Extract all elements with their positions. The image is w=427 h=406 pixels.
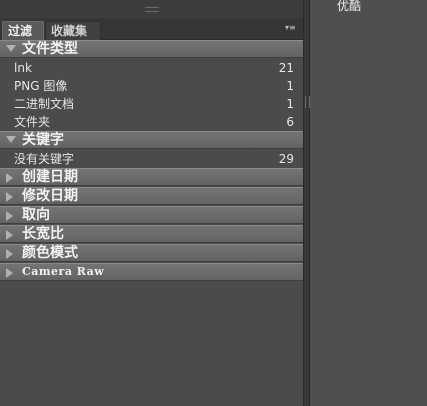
filter-row-binary[interactable]: 二进制文档 1 [0,95,303,113]
row-name: 没有关键字 [14,152,75,166]
collapse-triangle-icon [6,211,13,221]
section-label: 取向 [22,207,50,223]
section-aspect-ratio[interactable]: 长宽比 [0,225,303,243]
tab-filter[interactable]: 过滤 [2,21,44,40]
collapse-triangle-icon [6,173,13,183]
row-name: lnk [14,61,32,75]
row-count: 1 [286,97,294,111]
section-file-type[interactable]: 文件类型 [0,40,303,58]
tab-collections[interactable]: 收藏集 [45,21,101,40]
section-label: 创建日期 [22,169,78,185]
panel-tab-bar: 过滤 收藏集 ▾≡ [0,18,303,40]
filter-list: 文件类型 lnk 21 PNG 图像 1 二进制文档 1 文件夹 6 关键字 没… [0,40,303,282]
expand-triangle-icon [6,45,16,52]
filter-row-lnk[interactable]: lnk 21 [0,59,303,77]
section-keywords[interactable]: 关键字 [0,131,303,149]
panel-menu-icon[interactable]: ▾≡ [285,23,299,33]
collapse-triangle-icon [6,249,13,259]
section-orientation[interactable]: 取向 [0,206,303,224]
section-label: 文件类型 [22,41,78,57]
panel-splitter[interactable] [303,0,310,406]
filter-row-folder[interactable]: 文件夹 6 [0,113,303,131]
panel-grip[interactable] [0,0,303,18]
row-name: 二进制文档 [14,97,75,111]
collapse-triangle-icon [6,230,13,240]
expand-triangle-icon [6,136,16,143]
section-camera-raw[interactable]: Camera Raw [0,263,303,281]
app-window: 过滤 收藏集 ▾≡ 文件类型 lnk 21 PNG 图像 1 二进制文档 1 文 [0,0,427,406]
section-label: 长宽比 [22,226,64,242]
row-count: 29 [278,152,294,166]
row-name: 文件夹 [14,115,51,129]
section-date-modified[interactable]: 修改日期 [0,187,303,205]
section-date-created[interactable]: 创建日期 [0,168,303,186]
section-label: 关键字 [22,132,64,148]
row-name: PNG 图像 [14,79,68,93]
section-label: 修改日期 [22,188,78,204]
content-item-label[interactable]: 优酷 [337,0,361,14]
row-count: 6 [286,115,294,129]
filter-panel: 过滤 收藏集 ▾≡ 文件类型 lnk 21 PNG 图像 1 二进制文档 1 文 [0,0,303,406]
row-count: 21 [278,61,294,75]
filter-row-no-keywords[interactable]: 没有关键字 29 [0,150,303,168]
grip-dots [145,7,159,12]
section-label: Camera Raw [22,265,105,278]
content-pane[interactable]: 优酷 [310,0,427,406]
collapse-triangle-icon [6,192,13,202]
section-label: 颜色模式 [22,245,78,261]
filter-row-png[interactable]: PNG 图像 1 [0,77,303,95]
section-color-mode[interactable]: 颜色模式 [0,244,303,262]
collapse-triangle-icon [6,268,13,278]
row-count: 1 [286,79,294,93]
